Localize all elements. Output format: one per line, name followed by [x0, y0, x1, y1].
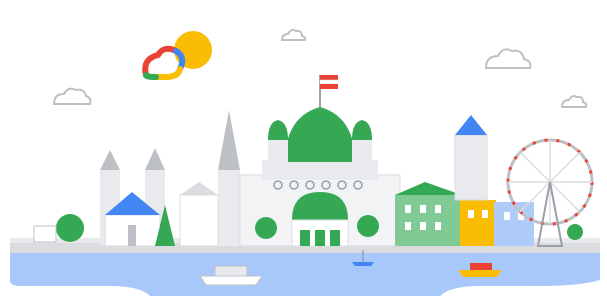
small-house: [33, 225, 57, 243]
vienna-skyline-illustration: [10, 29, 600, 296]
cloud-icon: [484, 48, 532, 69]
tree: [357, 215, 379, 237]
tree: [567, 224, 583, 240]
gothic-spire: [179, 110, 240, 247]
google-cloud-logo-icon: [142, 45, 186, 80]
tree: [56, 214, 84, 242]
left-church: [100, 148, 165, 247]
austrian-flag-icon: [319, 75, 339, 89]
tree: [255, 217, 277, 239]
tall-tower: [454, 115, 488, 201]
cloud-icon: [280, 29, 307, 41]
river-water: [10, 253, 600, 296]
cloud-icon: [560, 95, 588, 108]
cloud-icon: [52, 87, 92, 105]
